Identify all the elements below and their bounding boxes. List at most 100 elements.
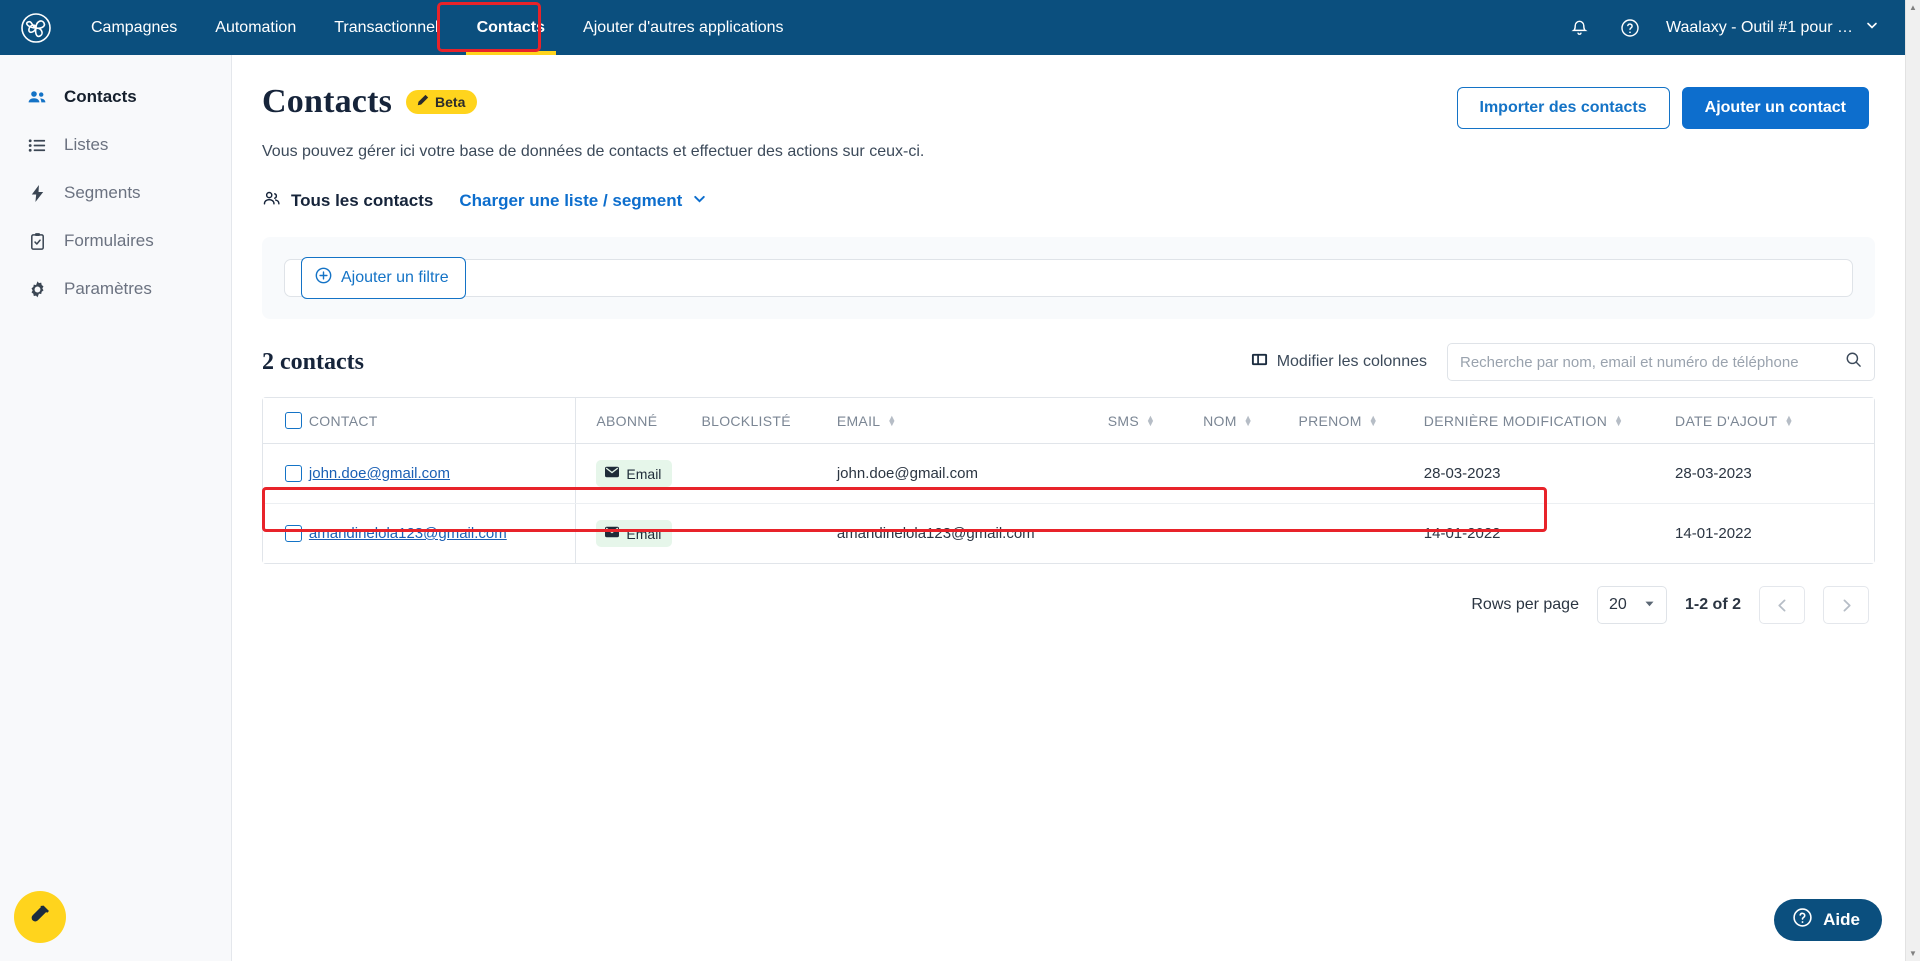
feedback-fab-button[interactable] [14, 891, 66, 943]
sort-icon[interactable]: ▲ ▼ [1244, 413, 1253, 427]
table-row[interactable]: john.doe@gmail.com Email john.doe@gmail.… [263, 443, 1874, 504]
help-widget-label: Aide [1823, 910, 1860, 929]
rows-per-page-select[interactable]: 20 [1596, 586, 1667, 624]
cell-blockliste [701, 503, 837, 563]
account-label: Waalaxy - Outil #1 pour … [1665, 18, 1853, 36]
sidebar-item-formulaires[interactable]: Formulaires [0, 217, 231, 265]
cell-date-ajout: 28-03-2023 [1675, 443, 1874, 504]
bolt-icon [26, 184, 48, 203]
page-subtitle: Vous pouvez gérer ici votre base de donn… [262, 143, 925, 160]
nav-item-contacts[interactable]: Contacts [458, 0, 564, 55]
add-filter-label: Ajouter un filtre [341, 269, 449, 286]
help-circle-icon[interactable] [1616, 14, 1644, 42]
cell-abonne: Email [575, 443, 702, 504]
add-filter-button[interactable]: Ajouter un filtre [301, 257, 466, 299]
sidebar-item-listes[interactable]: Listes [0, 121, 231, 169]
beta-badge-label: Beta [435, 94, 466, 110]
search-icon[interactable] [1845, 351, 1862, 373]
next-page-button[interactable] [1823, 586, 1869, 624]
sort-icon[interactable]: ▲ ▼ [1146, 413, 1155, 427]
cell-nom [1203, 503, 1299, 563]
page-title: Contacts [262, 83, 393, 120]
table-header: CONTACT ABONNÉ BLOCKLISTÉ EMAIL ▲ ▼ SMS … [263, 398, 1874, 444]
sidebar-item-contacts[interactable]: Contacts [0, 73, 231, 121]
cell-contact: john.doe@gmail.com [308, 443, 577, 504]
sort-icon[interactable]: ▲ ▼ [887, 413, 896, 427]
cell-sms [1107, 443, 1204, 504]
help-widget-button[interactable]: Aide [1774, 899, 1882, 941]
pagination-bar: Rows per page 20 1-2 of 2 [232, 564, 1905, 624]
cell-derniere-modification: 28-03-2023 [1423, 443, 1676, 504]
sidebar-item-segments[interactable]: Segments [0, 169, 231, 217]
sidebar: Contacts Listes Segments Formulaires Par… [0, 55, 232, 961]
tab-all-contacts[interactable]: Tous les contacts [262, 189, 433, 213]
column-select-all [263, 398, 309, 444]
page-title-group: Contacts Beta [262, 83, 478, 121]
cell-email: amandinelola123@gmail.com [836, 503, 1108, 563]
row-checkbox[interactable] [285, 465, 302, 482]
sort-icon[interactable]: ▲ ▼ [1614, 413, 1623, 427]
page-scrollbar[interactable]: ▲ ▼ [1905, 0, 1920, 961]
cell-prenom [1298, 443, 1424, 504]
table-toolbar-right: Modifier les colonnes [1251, 343, 1875, 381]
column-abonne[interactable]: ABONNÉ [575, 398, 702, 444]
import-contacts-button[interactable]: Importer des contacts [1456, 87, 1670, 129]
column-sms[interactable]: SMS ▲ ▼ [1107, 398, 1204, 444]
account-menu[interactable]: Waalaxy - Outil #1 pour … [1666, 18, 1879, 37]
search-input[interactable] [1460, 353, 1845, 371]
contact-link[interactable]: amandinelola123@gmail.com [309, 525, 507, 542]
column-prenom[interactable]: PRENOM ▲ ▼ [1298, 398, 1424, 444]
table-row[interactable]: amandinelola123@gmail.com Email amandine… [263, 503, 1874, 563]
page-header: Contacts Beta Importer des contacts Ajou… [232, 55, 1905, 129]
contact-link[interactable]: john.doe@gmail.com [309, 465, 450, 482]
column-nom[interactable]: NOM ▲ ▼ [1203, 398, 1299, 444]
email-subscription-badge: Email [596, 520, 673, 547]
column-header-label: DATE D'AJOUT [1675, 412, 1778, 429]
pagination-range: 1-2 of 2 [1684, 596, 1741, 613]
page-header-actions: Importer des contacts Ajouter un contact [1456, 83, 1869, 129]
table-body: john.doe@gmail.com Email john.doe@gmail.… [263, 443, 1874, 563]
table-toolbar: 2 contacts Modifier les colonnes [232, 319, 1905, 381]
column-blockliste[interactable]: BLOCKLISTÉ [701, 398, 837, 444]
add-contact-button[interactable]: Ajouter un contact [1681, 87, 1869, 129]
column-email[interactable]: EMAIL ▲ ▼ [836, 398, 1108, 444]
column-date-ajout[interactable]: DATE D'AJOUT ▲ ▼ [1675, 398, 1874, 444]
gear-icon [26, 280, 48, 299]
cell-prenom [1298, 503, 1424, 563]
scrollbar-down-arrow[interactable]: ▼ [1906, 946, 1920, 961]
status-badge: Beta [406, 90, 478, 114]
select-all-checkbox[interactable] [285, 412, 302, 429]
brand-swirl-icon[interactable] [0, 11, 72, 45]
scrollbar-up-arrow[interactable]: ▲ [1906, 0, 1920, 15]
cell-sms [1107, 503, 1204, 563]
sidebar-item-label: Formulaires [64, 231, 154, 250]
main-content: Contacts Beta Importer des contacts Ajou… [232, 55, 1905, 961]
bell-icon[interactable] [1566, 14, 1594, 42]
contacts-count-title: 2 contacts [262, 348, 364, 375]
top-nav-items: Campagnes Automation Transactionnel Cont… [72, 0, 803, 55]
load-list-segment-label: Charger une liste / segment [459, 191, 683, 210]
column-derniere-modification[interactable]: DERNIÈRE MODIFICATION ▲ ▼ [1423, 398, 1676, 444]
column-header-label: BLOCKLISTÉ [701, 412, 791, 429]
cell-nom [1203, 443, 1299, 504]
nav-item-campagnes[interactable]: Campagnes [72, 0, 196, 55]
test-tube-icon [28, 903, 52, 932]
search-box[interactable] [1447, 343, 1875, 381]
question-circle-icon [1792, 907, 1813, 933]
nav-item-automation[interactable]: Automation [196, 0, 315, 55]
edit-columns-button[interactable]: Modifier les colonnes [1251, 351, 1427, 373]
nav-item-ajouter-applications[interactable]: Ajouter d'autres applications [564, 0, 803, 55]
sidebar-item-label: Listes [64, 135, 109, 154]
previous-page-button[interactable] [1759, 586, 1805, 624]
sort-icon[interactable]: ▲ ▼ [1785, 413, 1794, 427]
column-contact[interactable]: CONTACT [308, 398, 577, 444]
sidebar-item-parametres[interactable]: Paramètres [0, 265, 231, 313]
sort-icon[interactable]: ▲ ▼ [1369, 413, 1378, 427]
row-checkbox[interactable] [285, 525, 302, 542]
nav-item-transactionnel[interactable]: Transactionnel [315, 0, 457, 55]
email-badge-label: Email [626, 465, 662, 482]
chevron-down-icon [692, 191, 707, 211]
load-list-segment-dropdown[interactable]: Charger une liste / segment [459, 191, 707, 211]
users-icon [26, 87, 48, 107]
email-subscription-badge: Email [596, 460, 673, 487]
